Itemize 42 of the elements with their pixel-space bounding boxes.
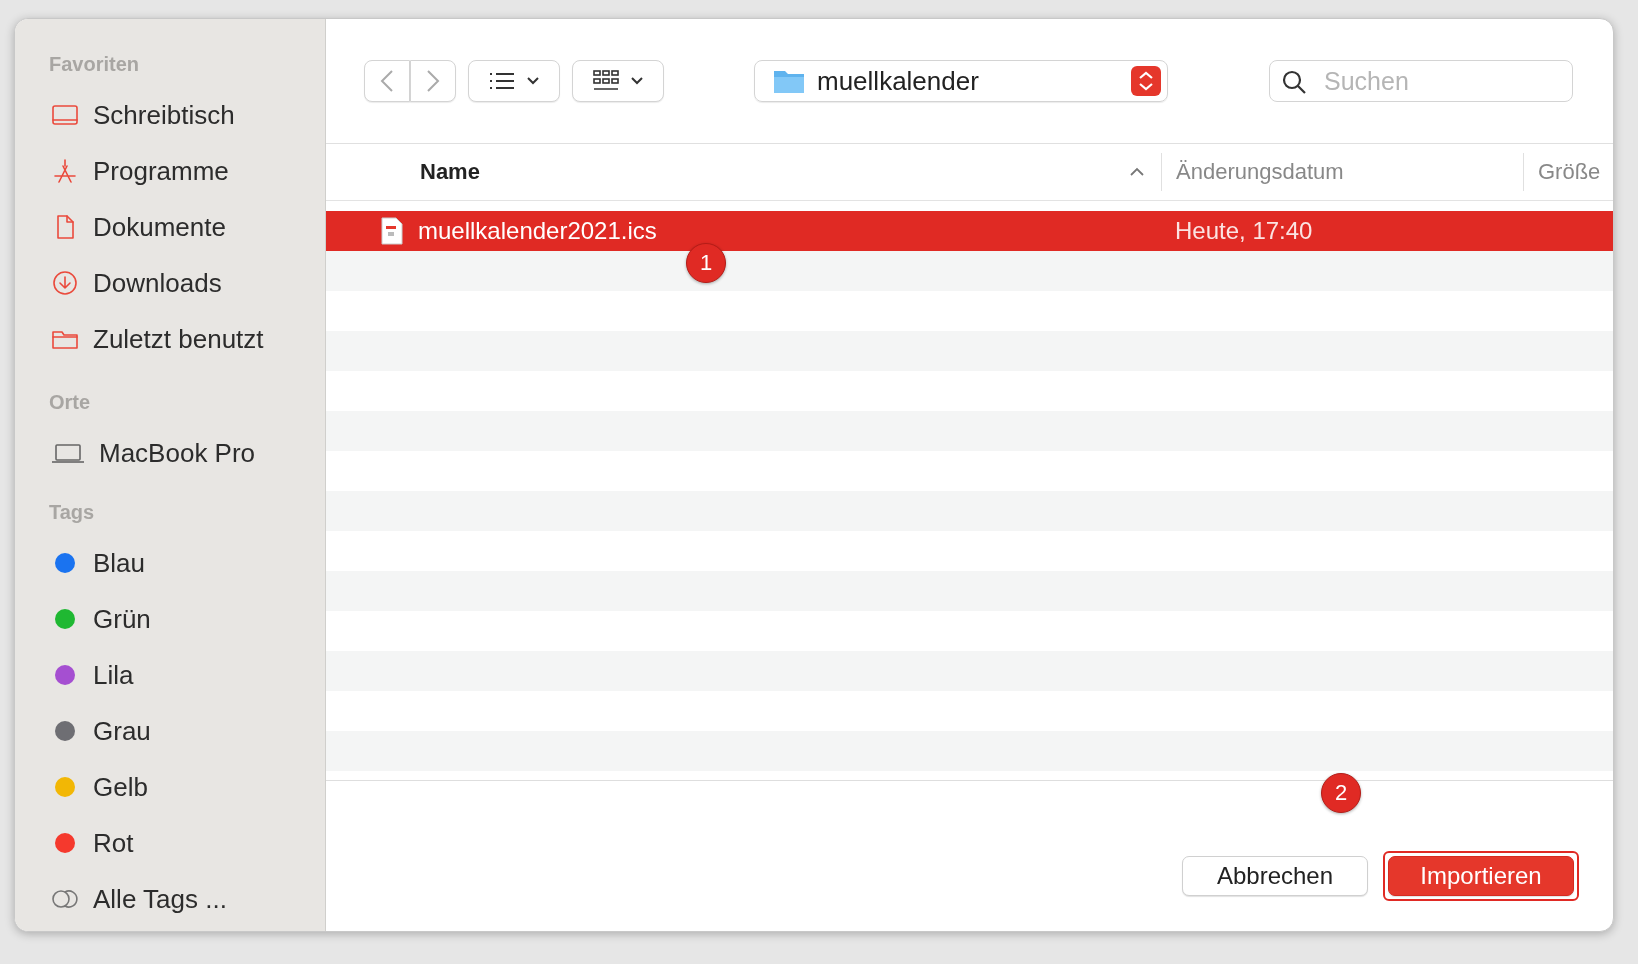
sidebar-item[interactable]: Zuletzt benutzt bbox=[51, 311, 325, 367]
download-icon bbox=[51, 269, 79, 297]
sidebar-section-title: Tags bbox=[49, 501, 96, 525]
calendar-file-icon bbox=[380, 217, 404, 245]
sidebar-item[interactable]: Blau bbox=[51, 535, 325, 591]
sidebar-item[interactable]: Dokumente bbox=[51, 199, 325, 255]
sidebar-item[interactable]: MacBook Pro bbox=[51, 425, 325, 481]
column-header[interactable]: Name bbox=[326, 153, 1161, 191]
folder-icon bbox=[773, 68, 805, 94]
list-icon bbox=[488, 71, 516, 91]
chevron-left-icon bbox=[380, 69, 394, 93]
sidebar-item[interactable]: Schreibtisch bbox=[51, 87, 325, 143]
location-popup[interactable]: muellkalender bbox=[754, 60, 1168, 102]
sidebar-section-title: Favoriten bbox=[49, 53, 141, 77]
sidebar-item[interactable]: Rot bbox=[51, 815, 325, 871]
chevron-right-icon bbox=[426, 69, 440, 93]
sidebar-item[interactable]: Grün bbox=[51, 591, 325, 647]
apps-icon bbox=[51, 157, 79, 185]
column-header[interactable]: Größe bbox=[1523, 153, 1613, 191]
sidebar-item[interactable]: Gelb bbox=[51, 759, 325, 815]
sidebar-item[interactable]: Lila bbox=[51, 647, 325, 703]
stepper-icon bbox=[1131, 66, 1161, 96]
sidebar-item[interactable]: Alle Tags ... bbox=[51, 871, 325, 927]
grid-icon bbox=[592, 69, 620, 93]
sidebar-section-title: Orte bbox=[49, 391, 92, 415]
sidebar-item[interactable]: Programme bbox=[51, 143, 325, 199]
caret-icon bbox=[526, 76, 540, 86]
file-row[interactable]: muellkalender2021.ics Heute, 17:40 bbox=[326, 211, 1613, 251]
cancel-button[interactable]: Abbrechen bbox=[1182, 856, 1368, 896]
step-marker: 2 bbox=[1321, 773, 1361, 813]
sidebar-item[interactable]: Downloads bbox=[51, 255, 325, 311]
column-header[interactable]: Änderungsdatum bbox=[1161, 153, 1523, 191]
modified-date: Heute, 17:40 bbox=[1174, 217, 1314, 245]
caret-icon bbox=[630, 76, 644, 86]
sort-ascending-icon bbox=[1129, 167, 1145, 177]
grid-view-button[interactable] bbox=[572, 60, 664, 102]
file-name: muellkalender2021.ics bbox=[418, 217, 657, 245]
sidebar-item[interactable]: Grau bbox=[51, 703, 325, 759]
search-field[interactable]: Suchen bbox=[1269, 60, 1573, 102]
list-view-button[interactable] bbox=[468, 60, 560, 102]
tags-icon bbox=[51, 889, 79, 909]
import-button[interactable]: Importieren bbox=[1388, 856, 1574, 896]
